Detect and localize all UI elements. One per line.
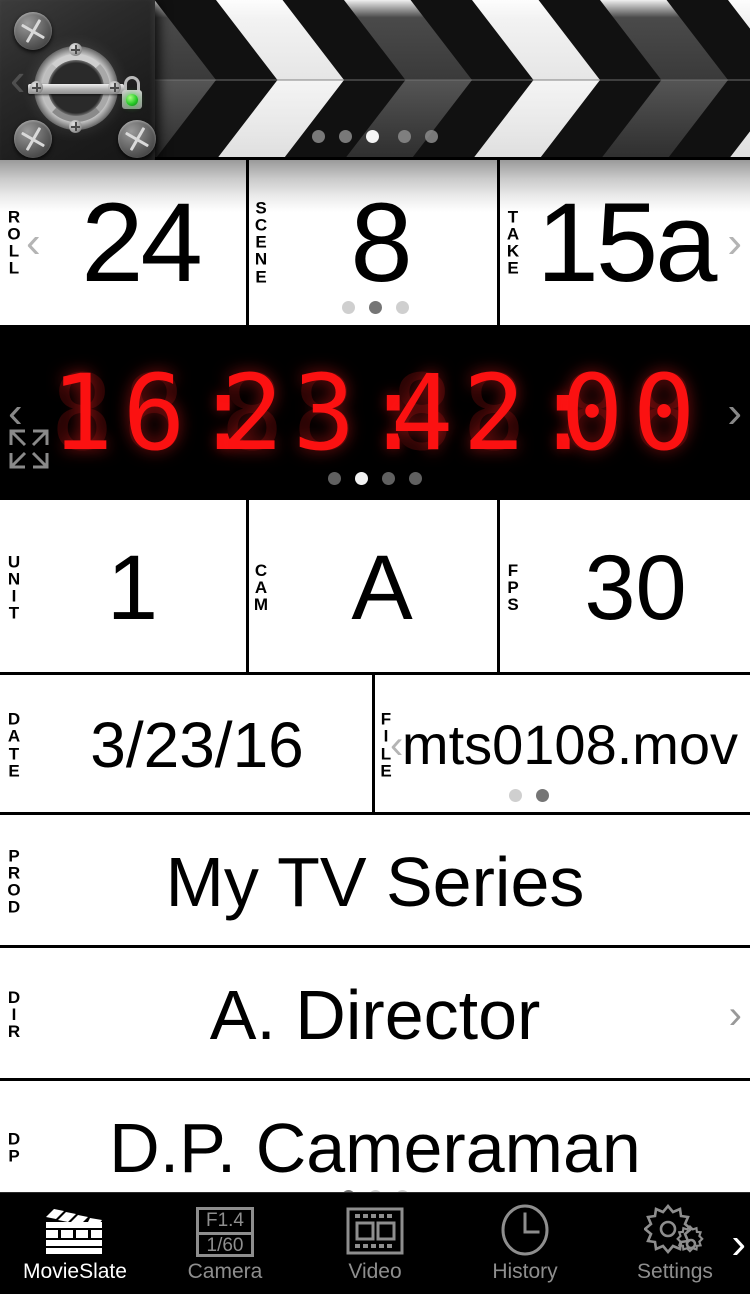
hinge-dial-icon[interactable] (28, 43, 124, 133)
tab-settings[interactable]: Settings (600, 1193, 750, 1294)
aperture-value: F1.4 (199, 1210, 251, 1235)
tab-bar: MovieSlate F1.4 1/60 Camera Video Histor… (0, 1192, 750, 1294)
tab-label-camera: Camera (187, 1260, 263, 1283)
clock-icon (498, 1204, 552, 1257)
field-value-dp: D.P. Cameraman (109, 1108, 641, 1187)
chevron-right-icon[interactable]: › (727, 390, 742, 435)
field-value-take: 15a (536, 179, 718, 305)
field-value-scene: 8 (350, 179, 412, 305)
slate-row-prod: P R O D My TV Series (0, 815, 750, 948)
field-value-unit: 1 (106, 536, 159, 639)
field-value-dir: A. Director (209, 975, 541, 1054)
screw-icon (14, 12, 52, 50)
field-date[interactable]: D A T E 3/23/16 (0, 675, 372, 815)
field-label-cam: C A M (253, 560, 269, 615)
more-tabs-chevron-icon[interactable]: › (731, 1221, 746, 1266)
field-cam[interactable]: C A M A (247, 500, 499, 675)
camera-exposure-icon: F1.4 1/60 (196, 1205, 254, 1257)
tab-history[interactable]: History (450, 1193, 600, 1294)
tab-video[interactable]: Video (300, 1193, 450, 1294)
field-value-file: mts0108.mov (401, 713, 739, 776)
tab-label-video: Video (348, 1260, 402, 1283)
shutter-value: 1/60 (206, 1235, 244, 1256)
roll-scene-take-page-dots[interactable] (0, 301, 750, 319)
file-page-dots[interactable] (502, 789, 590, 807)
field-value-fps: 30 (584, 536, 687, 639)
field-value-roll: 24 (81, 179, 203, 305)
field-file[interactable]: F I L E ‹ mts0108.mov (372, 675, 750, 815)
chevron-right-icon[interactable]: › (729, 995, 742, 1035)
status-led (126, 94, 138, 106)
field-value-prod: My TV Series (165, 842, 585, 921)
field-label-unit: U N I T (7, 551, 21, 623)
field-label-dir: D I R (7, 987, 21, 1042)
timecode-value: 8 1 8 6: 8 2 8 3: 8 4 8 2: 8 0 8 0 (50, 351, 700, 474)
field-fps[interactable]: F P S 30 (499, 500, 750, 675)
gears-icon (644, 1203, 706, 1257)
field-label-prod: P R O D (7, 845, 21, 917)
slate-row-roll-scene-take: R O L L ‹ 24 S C E N E 8 T A K E 15a › (0, 160, 750, 325)
clapper-header[interactable]: ‹ (0, 0, 750, 160)
clapper-page-dots[interactable] (0, 130, 750, 148)
tab-movieslate[interactable]: MovieSlate (0, 1193, 150, 1294)
field-prod[interactable]: P R O D My TV Series (0, 815, 750, 948)
lock-open-icon[interactable] (120, 76, 148, 110)
slate-row-timecode[interactable]: 8 1 8 6: 8 2 8 3: 8 4 8 2: 8 0 8 0 ‹ › (0, 325, 750, 500)
hinge-chevron-left-icon: ‹ (10, 53, 26, 105)
chevron-left-icon[interactable]: ‹ (390, 725, 403, 765)
field-unit[interactable]: U N I T 1 (0, 500, 247, 675)
film-strip-icon (344, 1205, 406, 1257)
field-dir[interactable]: D I R A. Director › (0, 948, 750, 1081)
tab-label-history: History (492, 1260, 558, 1283)
field-value-date: 3/23/16 (90, 709, 304, 781)
field-label-dp: D P (7, 1129, 21, 1166)
chevron-right-icon[interactable]: › (727, 220, 742, 265)
tab-camera[interactable]: F1.4 1/60 Camera (150, 1193, 300, 1294)
slate-row-unit-cam-fps: U N I T 1 C A M A F P S 30 (0, 500, 750, 675)
expand-fullscreen-icon[interactable] (6, 426, 52, 472)
field-value-cam: A (351, 536, 413, 639)
tab-label-settings: Settings (637, 1260, 713, 1283)
field-label-date: D A T E (7, 709, 21, 781)
movieslate-app: ‹ R O L L ‹ 24 S C E N E 8 T A K E 15a ›… (0, 0, 750, 1294)
field-label-fps: F P S (507, 560, 519, 615)
tab-label-movieslate: MovieSlate (23, 1260, 127, 1283)
slate-row-dir: D I R A. Director › (0, 948, 750, 1081)
clapperboard-icon (44, 1205, 106, 1257)
timecode-page-dots[interactable] (0, 472, 750, 490)
slate-row-date-file: D A T E 3/23/16 F I L E ‹ mts0108.mov (0, 675, 750, 815)
